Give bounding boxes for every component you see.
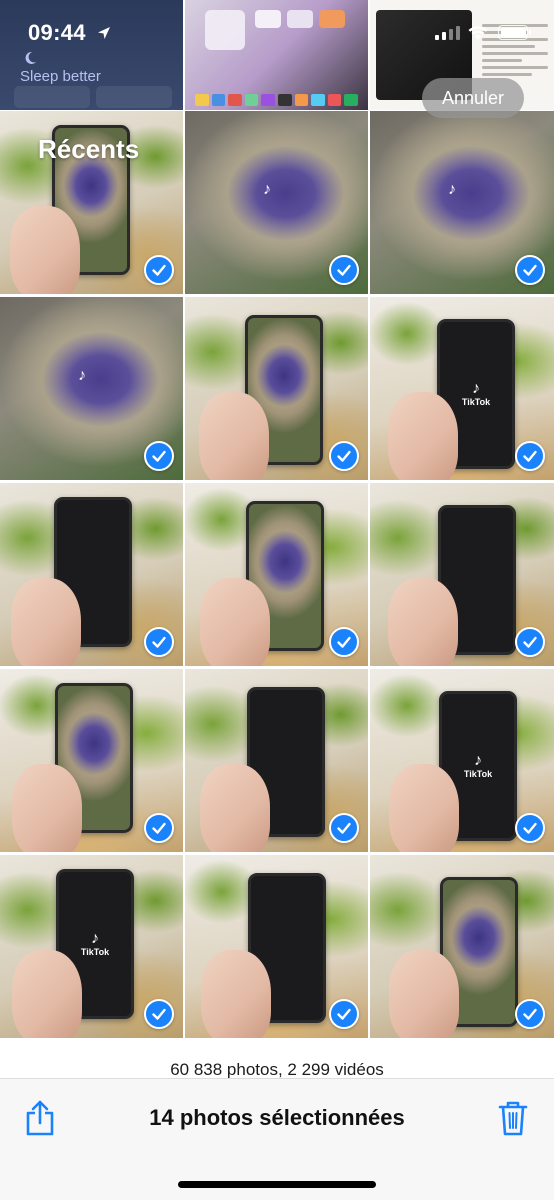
battery-icon — [498, 25, 531, 40]
tiktok-logo: ♪ TikTok — [80, 930, 110, 958]
tiktok-text: TikTok — [463, 769, 493, 779]
hand-in-photo — [11, 764, 82, 852]
selected-check-icon[interactable] — [515, 627, 545, 657]
page-title: Récents — [38, 134, 140, 164]
library-count-area: 60 838 photos, 2 299 vidéos — [0, 1040, 554, 1080]
tiktok-logo: ♪ TikTok — [461, 380, 491, 408]
selected-check-icon[interactable] — [329, 999, 359, 1029]
selected-check-icon[interactable] — [144, 813, 174, 843]
hand-in-photo — [12, 950, 82, 1038]
hand-in-photo — [200, 950, 271, 1038]
selected-check-icon[interactable] — [515, 999, 545, 1029]
photo-thumbnail[interactable] — [370, 855, 554, 1038]
tiktok-logo: ♪ TikTok — [463, 752, 493, 780]
hand-in-photo — [389, 950, 459, 1038]
checkmark-icon — [337, 1008, 351, 1020]
checkmark-icon — [523, 450, 537, 462]
checkmark-icon — [523, 822, 537, 834]
photo-thumbnail[interactable]: ♪ TikTok — [370, 669, 554, 852]
hand-in-photo — [388, 578, 458, 666]
tiktok-note-icon: ♪ — [91, 930, 99, 947]
status-bar: 09:44 — [0, 0, 554, 70]
sleep-stats — [14, 86, 172, 108]
dock — [195, 94, 358, 106]
hand-in-photo — [200, 764, 270, 852]
hand-in-photo — [387, 392, 458, 480]
photo-thumbnail[interactable] — [370, 483, 554, 666]
selected-check-icon[interactable] — [515, 441, 545, 471]
selected-check-icon[interactable] — [144, 627, 174, 657]
photo-thumbnail[interactable] — [0, 483, 183, 666]
checkmark-icon — [523, 1008, 537, 1020]
tiktok-icon-bubble: ♪ — [263, 181, 271, 198]
tiktok-text: TikTok — [80, 947, 110, 957]
photo-thumbnail[interactable]: ♪ TikTok — [0, 855, 183, 1038]
cellular-signal-icon — [435, 26, 460, 40]
location-arrow-icon — [98, 27, 110, 39]
hand-in-photo — [199, 392, 269, 480]
hand-in-photo — [11, 578, 81, 666]
selected-check-icon[interactable] — [144, 999, 174, 1029]
selected-check-icon[interactable] — [515, 813, 545, 843]
photo-thumbnail[interactable]: ♪ TikTok — [370, 297, 554, 480]
home-indicator — [178, 1181, 376, 1188]
trash-icon[interactable] — [497, 1099, 529, 1137]
selected-check-icon[interactable] — [329, 627, 359, 657]
checkmark-icon — [152, 636, 166, 648]
tiktok-text: TikTok — [461, 397, 491, 407]
selected-check-icon[interactable] — [329, 255, 359, 285]
sleep-widget-title: Sleep better — [20, 68, 101, 85]
hand-in-photo — [388, 764, 459, 852]
checkmark-icon — [337, 822, 351, 834]
tiktok-note-icon: ♪ — [472, 380, 480, 397]
photo-thumbnail[interactable]: ♪ — [185, 111, 368, 294]
selection-count-label: 14 photos sélectionnées — [149, 1105, 405, 1130]
selected-check-icon[interactable] — [515, 255, 545, 285]
photo-thumbnail[interactable]: ♪ — [370, 111, 554, 294]
checkmark-icon — [152, 822, 166, 834]
wifi-icon — [468, 26, 488, 40]
cancel-button[interactable]: Annuler — [422, 78, 524, 118]
tiktok-note-icon: ♪ — [474, 752, 482, 769]
photo-thumbnail[interactable] — [185, 483, 368, 666]
checkmark-icon — [337, 636, 351, 648]
checkmark-icon — [523, 264, 537, 276]
tiktok-icon-bubble: ♪ — [78, 367, 86, 384]
selected-check-icon[interactable] — [329, 441, 359, 471]
photo-thumbnail[interactable] — [0, 669, 183, 852]
selected-check-icon[interactable] — [329, 813, 359, 843]
checkmark-icon — [152, 450, 166, 462]
selected-check-icon[interactable] — [144, 441, 174, 471]
selected-check-icon[interactable] — [144, 255, 174, 285]
checkmark-icon — [152, 1008, 166, 1020]
tiktok-icon-bubble: ♪ — [448, 181, 456, 198]
photo-thumbnail[interactable]: ♪ — [0, 297, 183, 480]
photo-thumbnail[interactable] — [185, 669, 368, 852]
hand-in-photo — [199, 578, 270, 666]
photo-thumbnail[interactable] — [185, 855, 368, 1038]
checkmark-icon — [337, 450, 351, 462]
status-time: 09:44 — [28, 20, 86, 45]
checkmark-icon — [152, 264, 166, 276]
photo-thumbnail[interactable] — [185, 297, 368, 480]
photo-grid: ♪ ♪ ♪ ♪ TikTok ♪ TikTok ♪ TikTok — [0, 111, 554, 1038]
checkmark-icon — [523, 636, 537, 648]
hand-in-photo — [10, 206, 80, 294]
checkmark-icon — [337, 264, 351, 276]
library-count: 60 838 photos, 2 299 vidéos — [170, 1060, 384, 1079]
